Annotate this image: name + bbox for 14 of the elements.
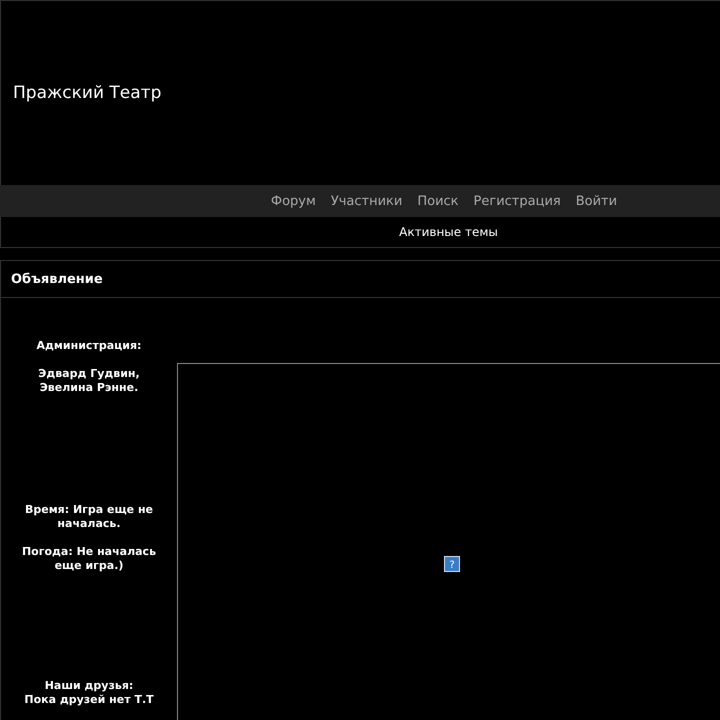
site-title: Пражский Театр [13,83,162,103]
nav-link[interactable]: Форум [270,194,316,208]
sidebar-text: Эдвард Гудвин, Эвелина Рэнне. [37,367,141,395]
nav-link[interactable]: Поиск [417,194,459,208]
nav-link[interactable]: Участники [330,194,402,208]
nav-link[interactable]: Активные темы [399,225,498,239]
sidebar-text: Время: Игра еще не началась. [24,503,154,531]
nav-link[interactable]: Войти [576,194,618,208]
sidebar-text: Администрация: [36,339,142,353]
nav-link[interactable]: Регистрация [474,194,561,208]
broken-image-icon: ? [444,556,460,572]
sidebar-text: Погода: Не началась еще игра.) [20,545,158,573]
section-title: Объявление [1,261,720,298]
sidebar-text: Наши друзья: Пока друзей нет Т.Т [23,679,155,707]
